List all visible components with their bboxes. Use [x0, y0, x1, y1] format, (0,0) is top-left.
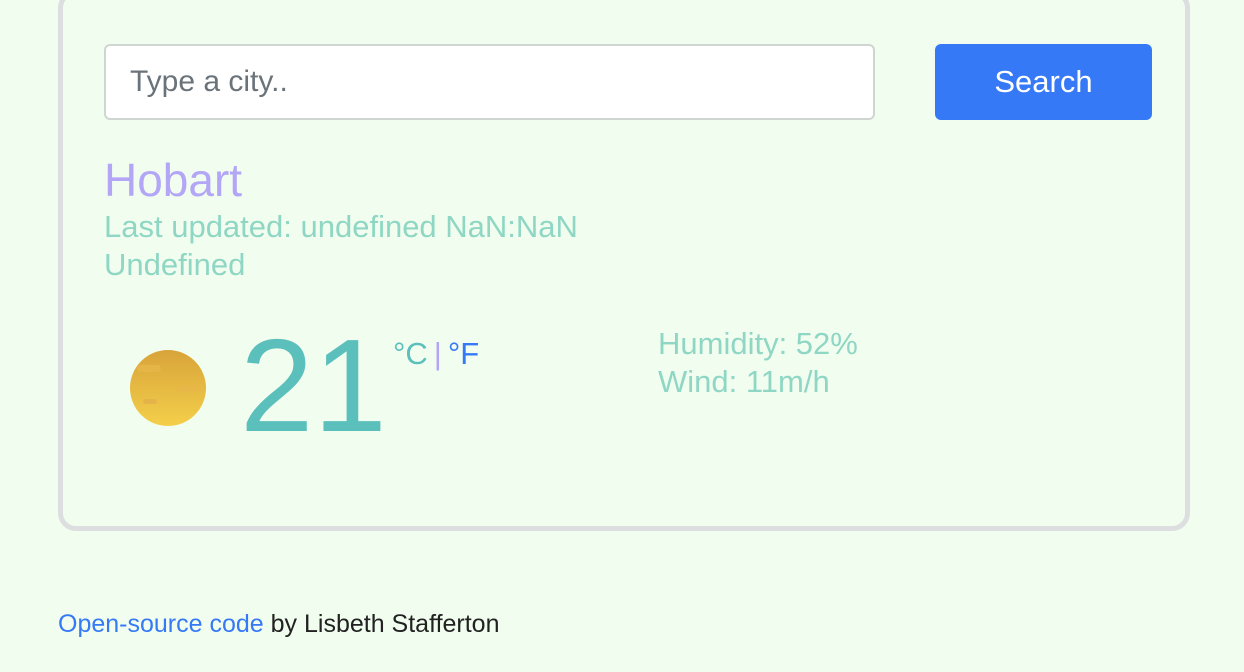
temperature-value: 21: [240, 312, 387, 459]
search-button[interactable]: Search: [935, 44, 1152, 120]
open-source-link[interactable]: Open-source code: [58, 610, 264, 638]
unit-toggle: °C | °F: [393, 336, 479, 372]
wind-text: Wind: 11m/h: [658, 364, 830, 399]
last-updated-text: Last updated: undefined NaN:NaN: [104, 209, 578, 244]
city-name: Hobart: [104, 154, 243, 206]
fahrenheit-link[interactable]: °F: [448, 336, 479, 371]
weather-description: Undefined: [104, 247, 246, 282]
author-credit: by Lisbeth Stafferton: [263, 610, 500, 638]
humidity-text: Humidity: 52%: [658, 326, 858, 361]
unit-separator: |: [433, 336, 442, 371]
weather-details-list: Humidity: 52% Wind: 11m/h: [658, 325, 858, 401]
footer: Open-source code by Lisbeth Stafferton: [58, 608, 500, 640]
city-search-input[interactable]: [104, 44, 875, 120]
sun-haze-icon: [130, 350, 206, 426]
celsius-link[interactable]: °C: [393, 336, 428, 371]
